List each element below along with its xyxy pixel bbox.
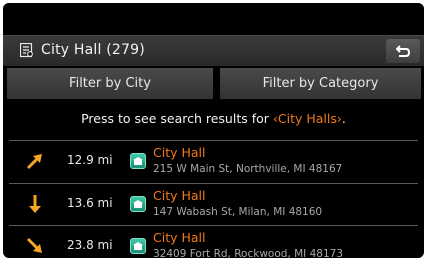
search-info-message[interactable]: Press to see search results for ‹City Ha… [3, 111, 424, 126]
result-name: City Hall [153, 145, 206, 160]
result-distance: 23.8 mi [67, 238, 113, 252]
back-button[interactable] [386, 39, 420, 63]
city-hall-poi-icon [130, 238, 146, 254]
city-hall-poi-icon [130, 196, 146, 212]
back-arrow-icon [396, 45, 411, 57]
result-row[interactable]: 12.9 mi City Hall 215 W Main St, Northvi… [3, 141, 424, 181]
filter-by-city-button[interactable]: Filter by City [7, 68, 213, 99]
result-distance: 12.9 mi [67, 153, 113, 167]
list-icon [20, 43, 33, 58]
arrow-south-icon [29, 195, 41, 213]
arrow-northeast-icon [26, 154, 42, 170]
result-row[interactable]: 23.8 mi City Hall 32409 Fort Rd, Rockwoo… [3, 226, 424, 258]
results-header: City Hall (279) [3, 35, 424, 66]
result-row[interactable]: 13.6 mi City Hall 147 Wabash St, Milan, … [3, 184, 424, 224]
navigation-screen: City Hall (279) Filter by City Filter by… [3, 3, 424, 258]
result-address: 147 Wabash St, Milan, MI 48160 [153, 206, 323, 218]
result-name: City Hall [153, 188, 206, 203]
result-address: 32409 Fort Rd, Rockwood, MI 48173 [153, 248, 344, 258]
status-bar [3, 3, 424, 33]
category-link[interactable]: ‹City Halls› [273, 111, 342, 126]
result-address: 215 W Main St, Northville, MI 48167 [153, 163, 343, 175]
result-name: City Hall [153, 230, 206, 245]
city-hall-poi-icon [130, 153, 146, 169]
page-title: City Hall (279) [41, 42, 145, 58]
info-prefix: Press to see search results for [81, 111, 269, 126]
result-distance: 13.6 mi [67, 196, 113, 210]
arrow-southeast-icon [26, 237, 42, 253]
filter-by-category-button[interactable]: Filter by Category [220, 68, 421, 99]
filter-bar: Filter by City Filter by Category [3, 68, 424, 100]
info-suffix: . [341, 111, 346, 126]
